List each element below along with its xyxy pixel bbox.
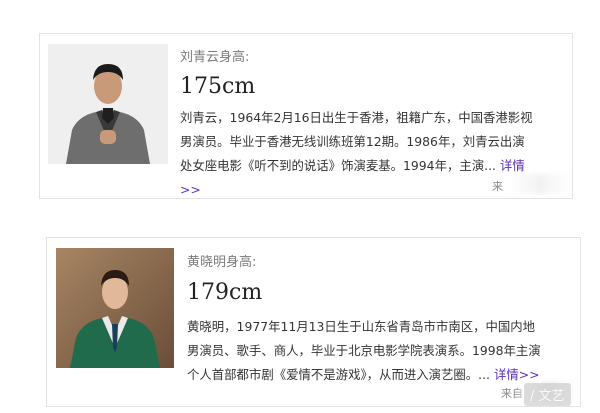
description-text: 刘青云，1964年2月16日出生于香港，祖籍广东，中国香港影视男演员。毕业于香港… (180, 110, 533, 173)
portrait-photo[interactable] (56, 248, 174, 368)
description-text: 黄晓明，1977年11月13日生于山东省青岛市市南区，中国内地男演员、歌手、商人… (187, 319, 541, 382)
result-card: 刘青云身高: 175cm 刘青云，1964年2月16日出生于香港，祖籍广东，中国… (39, 33, 573, 199)
person-green-suit-image (56, 248, 174, 368)
height-value: 175cm (180, 74, 256, 99)
person-name-height-label[interactable]: 刘青云身高: (180, 46, 249, 65)
blurred-source-area (510, 174, 570, 194)
height-value: 179cm (187, 280, 263, 305)
source-label: 来 (492, 180, 503, 193)
person-description: 黄晓明，1977年11月13日生于山东省青岛市市南区，中国内地男演员、歌手、商人… (187, 315, 543, 387)
person-description: 刘青云，1964年2月16日出生于香港，祖籍广东，中国香港影视男演员。毕业于香港… (180, 106, 536, 202)
result-card: 黄晓明身高: 179cm 黄晓明，1977年11月13日生于山东省青岛市市南区，… (46, 237, 581, 407)
watermark: / 文艺 (524, 383, 571, 406)
portrait-photo[interactable] (48, 44, 168, 164)
details-link[interactable]: 详情>> (494, 367, 540, 382)
person-grey-suit-image (48, 44, 168, 164)
person-name-height-label[interactable]: 黄晓明身高: (187, 251, 256, 270)
